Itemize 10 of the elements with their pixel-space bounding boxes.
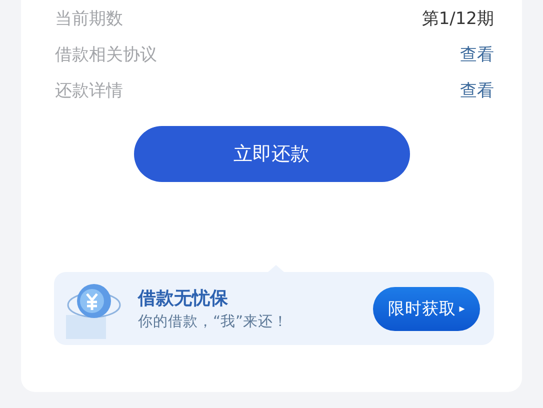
promo-title: 借款无忧保 bbox=[138, 287, 229, 310]
detail-value: 第1/12期 bbox=[422, 8, 494, 30]
repay-now-button[interactable]: 立即还款 bbox=[134, 126, 410, 182]
view-link[interactable]: 查看 bbox=[460, 42, 494, 66]
detail-label: 借款相关协议 bbox=[55, 44, 157, 66]
get-now-button[interactable]: 限时获取 ▸ bbox=[373, 286, 480, 330]
detail-label: 当前期数 bbox=[55, 8, 123, 30]
detail-label: 还款详情 bbox=[55, 80, 123, 102]
promo-subtitle: 你的借款，“我”来还！ bbox=[138, 313, 290, 331]
view-link[interactable]: 查看 bbox=[460, 78, 494, 102]
